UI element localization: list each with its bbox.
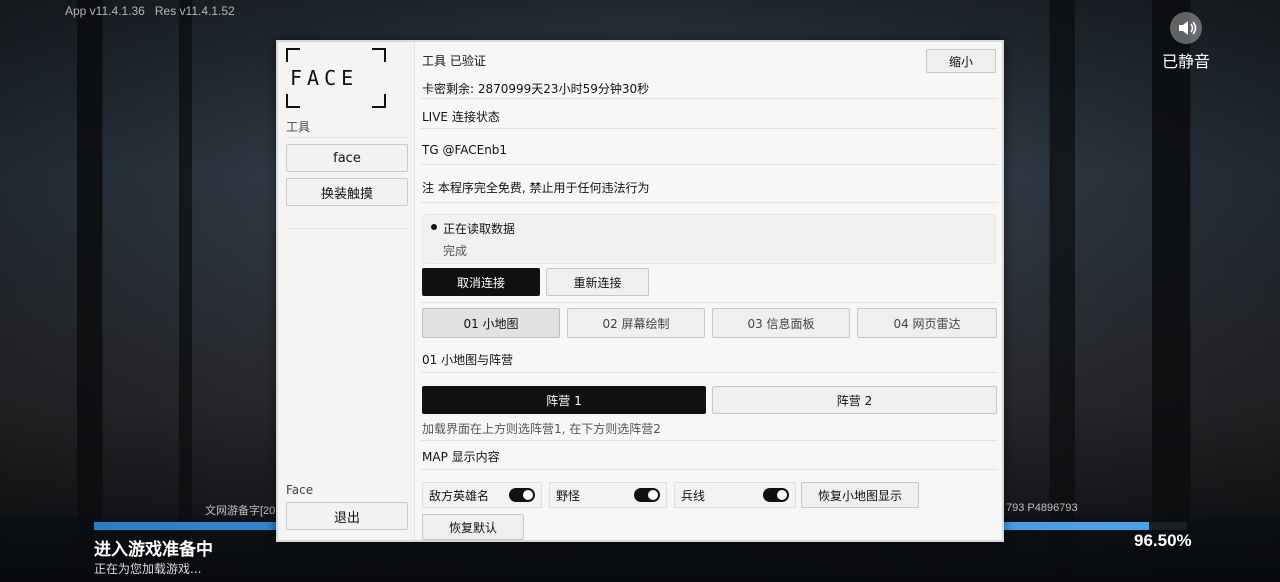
tab-web-radar[interactable]: 04 网页雷达 <box>857 308 997 338</box>
camp-hint: 加载界面在上方则选阵营1, 在下方则选阵营2 <box>422 422 661 436</box>
switch-icon[interactable] <box>634 488 660 502</box>
sidebar: FACE 工具 face 换装触摸 Face 退出 <box>278 42 415 540</box>
map-title: MAP 显示内容 <box>422 450 500 464</box>
version-text: App v11.4.1.36 Res v11.4.1.52 <box>65 4 235 18</box>
card-remaining: 卡密剩余: 2870999天23小时59分钟30秒 <box>422 82 650 96</box>
tab-screen-draw[interactable]: 02 屏幕绘制 <box>567 308 705 338</box>
toggle-enemy-hero-name-label: 敌方英雄名 <box>429 488 490 503</box>
mute-toggle[interactable]: 已静音 <box>1156 12 1216 72</box>
main-content: 工具 已验证 缩小 卡密剩余: 2870999天23小时59分钟30秒 LIVE… <box>420 42 998 540</box>
camp-1-button[interactable]: 阵营 1 <box>422 386 706 414</box>
toggle-minion-lane-label: 兵线 <box>681 488 706 503</box>
restore-minimap-button[interactable]: 恢复小地图显示 <box>801 482 919 508</box>
sidebar-button-skin-touch[interactable]: 换装触摸 <box>286 178 408 206</box>
tool-status: 工具 已验证 <box>422 54 486 68</box>
loading-percent: 96.50% <box>1134 531 1192 550</box>
notice-text: 注 本程序完全免费, 禁止用于任何违法行为 <box>422 181 650 195</box>
ticker-right: 793 P4896793 <box>1006 502 1078 514</box>
exit-button[interactable]: 退出 <box>286 502 408 530</box>
toggle-jungle-monsters-label: 野怪 <box>556 488 581 503</box>
loading-subtitle: 正在为您加载游戏... <box>94 562 202 576</box>
mute-label: 已静音 <box>1161 52 1210 71</box>
status-done: 完成 <box>443 244 468 258</box>
reconnect-button[interactable]: 重新连接 <box>546 268 649 296</box>
live-status: LIVE 连接状态 <box>422 110 500 124</box>
tab-info-panel[interactable]: 03 信息面板 <box>712 308 850 338</box>
loading-title: 进入游戏准备中 <box>94 540 213 560</box>
sidebar-button-face[interactable]: face <box>286 144 408 172</box>
tg-handle: TG @FACEnb1 <box>422 143 508 157</box>
status-line: 正在读取数据 <box>443 222 516 236</box>
minimize-button[interactable]: 缩小 <box>926 49 996 73</box>
switch-icon[interactable] <box>763 488 789 502</box>
tab-minimap[interactable]: 01 小地图 <box>422 308 560 338</box>
section-title: 01 小地图与阵营 <box>422 353 514 367</box>
toggle-jungle-monsters[interactable]: 野怪 <box>549 482 667 508</box>
face-logo: FACE <box>286 48 386 108</box>
bullet-icon <box>431 224 437 230</box>
toggle-enemy-hero-name[interactable]: 敌方英雄名 <box>422 482 542 508</box>
cheat-panel: FACE 工具 face 换装触摸 Face 退出 工具 已验证 缩小 卡密剩余… <box>276 40 1004 542</box>
ticker-left: 文网游备字[201 <box>205 505 282 517</box>
cancel-connect-button[interactable]: 取消连接 <box>422 268 540 296</box>
sidebar-footer-label: Face <box>286 483 314 497</box>
toggle-minion-lane[interactable]: 兵线 <box>674 482 796 508</box>
restore-default-button[interactable]: 恢复默认 <box>422 514 524 540</box>
status-box: 正在读取数据 完成 <box>422 214 996 264</box>
speaker-muted-icon <box>1170 12 1202 44</box>
switch-icon[interactable] <box>509 488 535 502</box>
camp-2-button[interactable]: 阵营 2 <box>712 386 997 414</box>
sidebar-section-label: 工具 <box>286 120 311 134</box>
